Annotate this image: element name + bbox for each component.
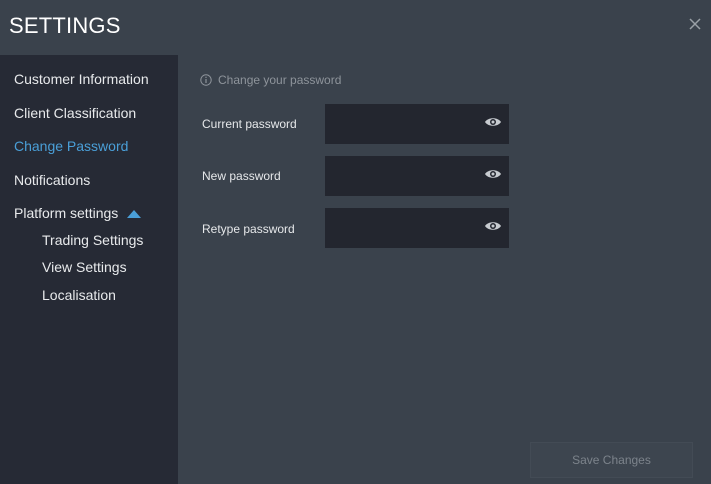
settings-header: SETTINGS — [0, 0, 711, 55]
sidebar-item-change-password[interactable]: Change Password — [14, 138, 128, 154]
new-password-label: New password — [202, 169, 281, 183]
retype-password-input[interactable] — [325, 208, 475, 248]
new-password-field-box — [325, 156, 509, 196]
sidebar-subitem-view-settings[interactable]: View Settings — [42, 259, 127, 275]
current-password-field-box — [325, 104, 509, 144]
change-password-panel: Change your password Current password Ne… — [178, 55, 711, 484]
new-password-input[interactable] — [325, 156, 475, 196]
sidebar-subitem-localisation[interactable]: Localisation — [42, 287, 116, 303]
eye-icon[interactable] — [484, 116, 502, 128]
current-password-input[interactable] — [325, 104, 475, 144]
close-icon[interactable] — [688, 17, 702, 31]
current-password-label: Current password — [202, 117, 297, 131]
retype-password-label: Retype password — [202, 222, 295, 236]
info-icon — [200, 74, 212, 86]
caret-up-icon — [127, 210, 142, 219]
settings-sidebar: Customer Information Client Classificati… — [0, 55, 178, 484]
sidebar-item-label: Platform settings — [14, 205, 119, 221]
sidebar-item-platform-settings[interactable]: Platform settings — [14, 205, 142, 221]
retype-password-field-box — [325, 208, 509, 248]
save-changes-button[interactable]: Save Changes — [530, 442, 693, 478]
eye-icon[interactable] — [484, 168, 502, 180]
sidebar-item-client-classification[interactable]: Client Classification — [14, 105, 136, 121]
section-hint-text: Change your password — [218, 73, 342, 87]
sidebar-subitem-trading-settings[interactable]: Trading Settings — [42, 232, 143, 248]
section-hint: Change your password — [200, 73, 341, 87]
page-title: SETTINGS — [9, 13, 121, 38]
sidebar-item-notifications[interactable]: Notifications — [14, 172, 90, 188]
eye-icon[interactable] — [484, 220, 502, 232]
sidebar-item-customer-information[interactable]: Customer Information — [14, 71, 149, 87]
